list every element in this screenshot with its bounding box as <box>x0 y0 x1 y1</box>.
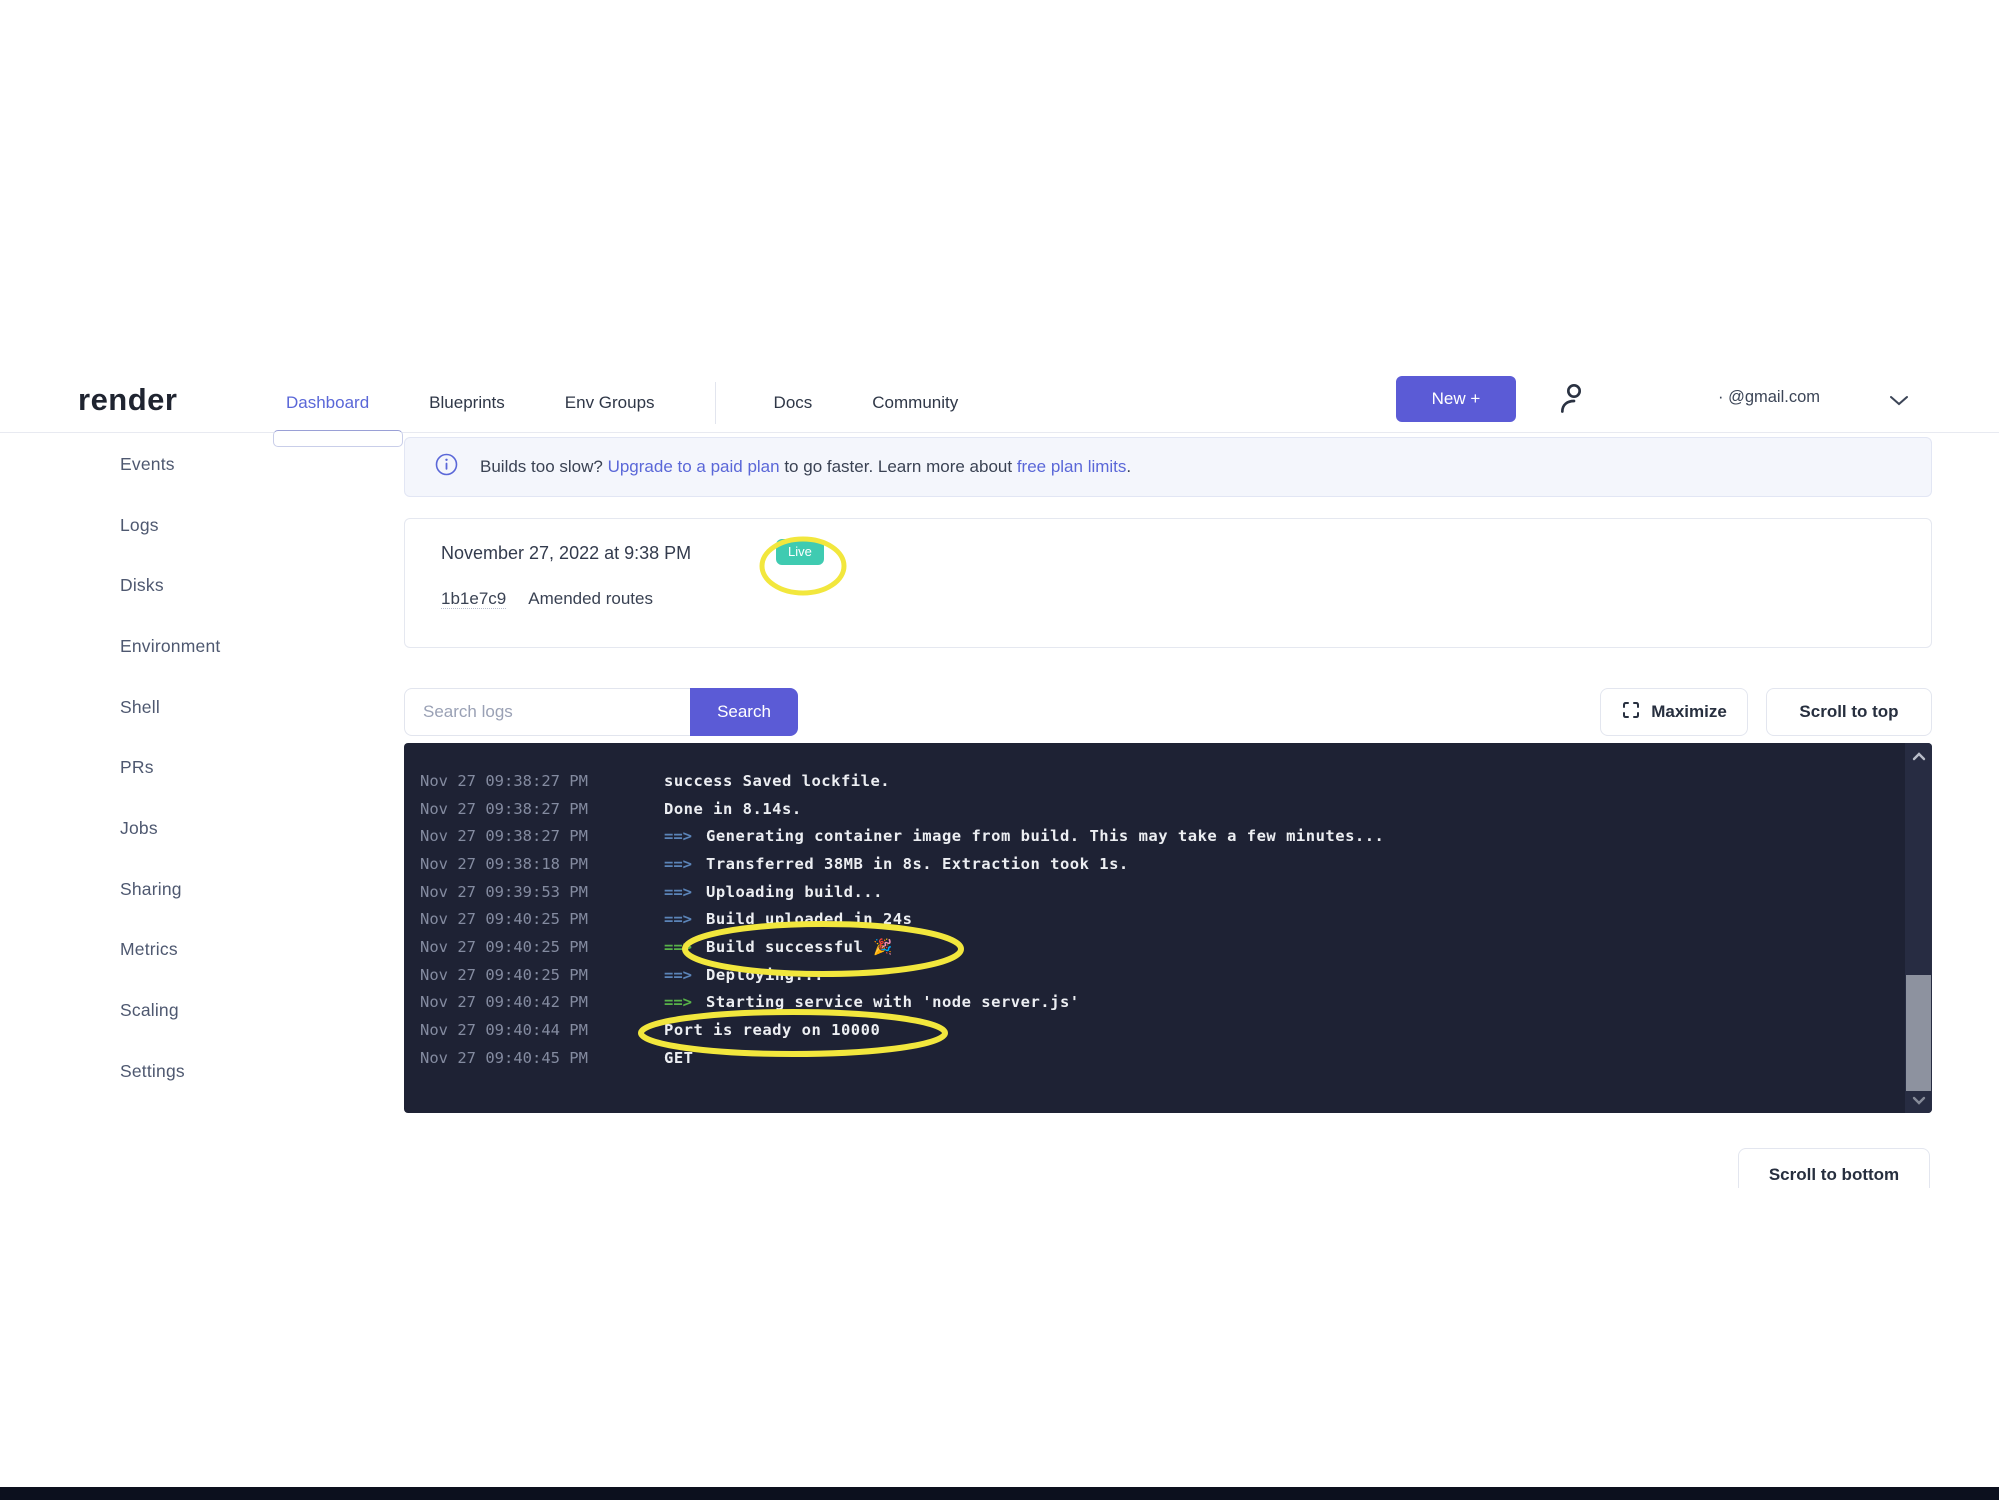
nav-links: Dashboard Blueprints Env Groups Docs Com… <box>286 372 1018 433</box>
search-logs-input[interactable] <box>404 688 690 736</box>
account-email: · @gmail.com <box>1718 388 1820 407</box>
log-line: Nov 27 09:40:25 PM==>Build uploaded in 2… <box>420 905 1892 933</box>
log-line: Nov 27 09:38:27 PM==>Generating containe… <box>420 822 1892 850</box>
person-icon <box>1554 407 1594 422</box>
active-tab-indicator <box>273 430 403 447</box>
new-button[interactable]: New + <box>1396 376 1516 422</box>
info-icon <box>435 453 458 481</box>
log-lines: Nov 27 09:38:27 PMsuccess Saved lockfile… <box>404 743 1932 1072</box>
sidebar-item-shell[interactable]: Shell <box>120 677 380 738</box>
sidebar-item-settings[interactable]: Settings <box>120 1041 380 1102</box>
log-line-build-successful: Nov 27 09:40:25 PM==>Build successful 🎉 <box>420 933 1892 961</box>
bottom-edge-bar <box>0 1487 1999 1500</box>
sidebar-item-environment[interactable]: Environment <box>120 616 380 677</box>
sidebar-item-prs[interactable]: PRs <box>120 737 380 798</box>
commit-message: Amended routes <box>528 589 653 608</box>
maximize-button[interactable]: Maximize <box>1600 688 1748 736</box>
log-search-row: Search <box>404 688 798 736</box>
user-avatar-button[interactable] <box>1552 378 1596 422</box>
scroll-to-top-button[interactable]: Scroll to top <box>1766 688 1932 736</box>
log-line: Nov 27 09:38:27 PMsuccess Saved lockfile… <box>420 767 1892 795</box>
log-line: Nov 27 09:40:45 PMGET <box>420 1044 1892 1072</box>
nav-divider <box>715 382 716 424</box>
deploy-date: November 27, 2022 at 9:38 PM <box>441 543 691 564</box>
render-logo[interactable]: render <box>78 382 177 418</box>
upgrade-banner: Builds too slow? Upgrade to a paid plan … <box>404 437 1932 497</box>
nav-item-blueprints[interactable]: Blueprints <box>429 393 505 413</box>
free-plan-limits-link[interactable]: free plan limits <box>1017 457 1127 476</box>
render-dashboard-page: render Dashboard Blueprints Env Groups D… <box>0 0 1999 1500</box>
sidebar-item-metrics[interactable]: Metrics <box>120 920 380 981</box>
log-line: Nov 27 09:38:18 PM==>Transferred 38MB in… <box>420 850 1892 878</box>
maximize-label: Maximize <box>1651 702 1727 722</box>
sidebar-item-jobs[interactable]: Jobs <box>120 798 380 859</box>
maximize-icon <box>1621 700 1651 725</box>
banner-text: Builds too slow? Upgrade to a paid plan … <box>480 457 1131 477</box>
deploy-card: November 27, 2022 at 9:38 PM Live 1b1e7c… <box>404 518 1932 648</box>
sidebar-item-disks[interactable]: Disks <box>120 555 380 616</box>
log-line: Nov 27 09:40:42 PM==>Starting service wi… <box>420 989 1892 1017</box>
nav-item-env-groups[interactable]: Env Groups <box>565 393 655 413</box>
chevron-down-icon[interactable] <box>1888 394 1910 413</box>
commit-hash-link[interactable]: 1b1e7c9 <box>441 589 506 609</box>
top-navbar: render Dashboard Blueprints Env Groups D… <box>0 372 1999 433</box>
log-console: Nov 27 09:38:27 PMsuccess Saved lockfile… <box>404 743 1932 1113</box>
scroll-to-bottom-button[interactable]: Scroll to bottom <box>1738 1148 1930 1188</box>
sidebar-item-sharing[interactable]: Sharing <box>120 859 380 920</box>
nav-item-docs[interactable]: Docs <box>774 393 813 413</box>
log-line-port-ready: Nov 27 09:40:44 PMPort is ready on 10000 <box>420 1016 1892 1044</box>
live-status-badge: Live <box>776 539 824 565</box>
scroll-to-bottom-clip: Scroll to bottom <box>1738 1148 1934 1188</box>
scrollbar-up-arrow-icon[interactable] <box>1905 743 1932 769</box>
service-sidebar: Events Logs Disks Environment Shell PRs … <box>120 434 380 1102</box>
nav-item-dashboard[interactable]: Dashboard <box>286 393 369 413</box>
commit-row: 1b1e7c9 Amended routes <box>441 589 653 609</box>
log-line: Nov 27 09:39:53 PM==>Uploading build... <box>420 878 1892 906</box>
sidebar-item-logs[interactable]: Logs <box>120 495 380 556</box>
upgrade-plan-link[interactable]: Upgrade to a paid plan <box>608 457 780 476</box>
sidebar-item-scaling[interactable]: Scaling <box>120 980 380 1041</box>
nav-item-community[interactable]: Community <box>872 393 958 413</box>
console-scrollbar[interactable] <box>1905 743 1932 1113</box>
scrollbar-thumb[interactable] <box>1906 975 1931 1091</box>
log-line: Nov 27 09:38:27 PMDone in 8.14s. <box>420 795 1892 823</box>
log-line: Nov 27 09:40:25 PM==>Deploying... <box>420 961 1892 989</box>
scrollbar-down-arrow-icon[interactable] <box>1905 1087 1932 1113</box>
search-button[interactable]: Search <box>690 688 798 736</box>
